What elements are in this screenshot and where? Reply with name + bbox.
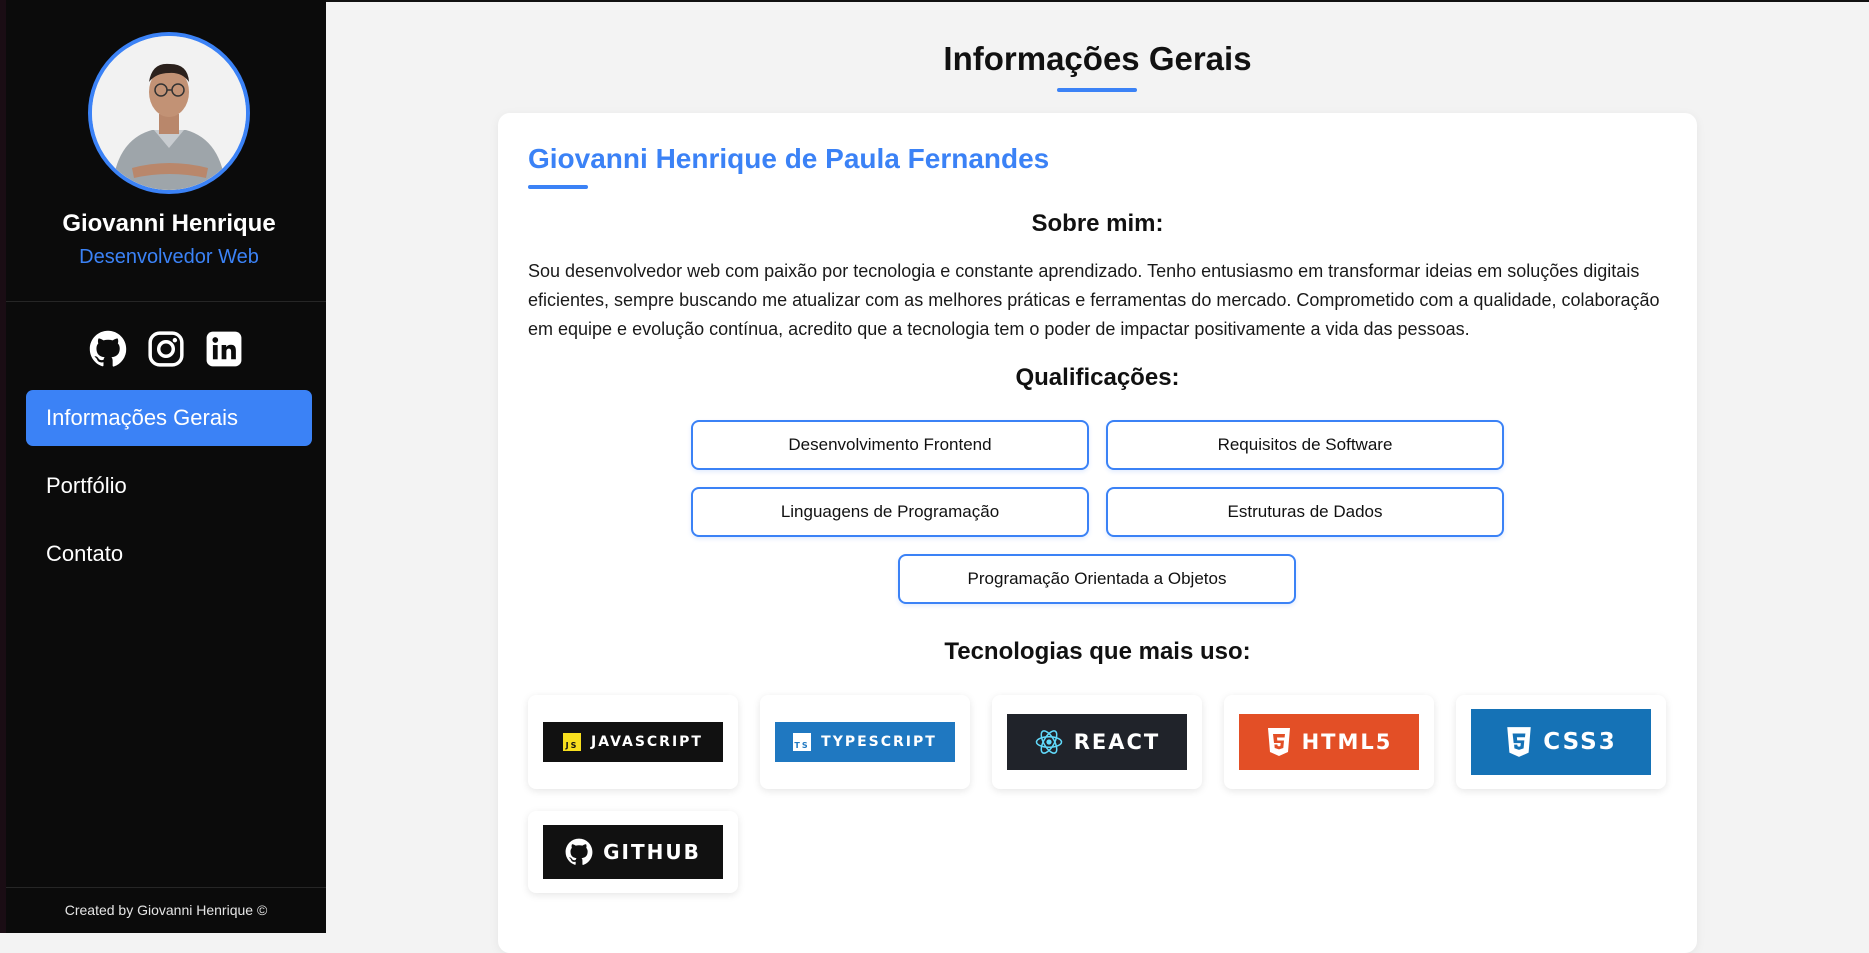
qualification-item: Linguagens de Programação xyxy=(691,487,1089,537)
react-label: REACT xyxy=(1073,730,1161,754)
github-icon xyxy=(89,330,127,367)
tech-card-javascript: JS JAVASCRIPT xyxy=(528,695,738,789)
profile-role: Desenvolvedor Web xyxy=(79,246,259,268)
nav-item-portfolio[interactable]: Portfólio xyxy=(26,458,312,514)
react-badge: REACT xyxy=(1007,714,1187,770)
tech-card-html5: HTML5 xyxy=(1224,695,1434,789)
html5-icon xyxy=(1267,728,1290,756)
linkedin-icon xyxy=(206,331,242,367)
tech-card-css3: CSS3 xyxy=(1456,695,1666,789)
sidebar-nav: Informações Gerais Portfólio Contato xyxy=(26,390,312,594)
sidebar-divider xyxy=(6,301,326,302)
javascript-label: JAVASCRIPT xyxy=(591,734,703,750)
tech-card-github: GITHUB xyxy=(528,811,738,893)
instagram-link[interactable] xyxy=(147,330,185,368)
page-title: Informações Gerais xyxy=(943,40,1252,77)
tech-card-typescript: TS TYPESCRIPT xyxy=(760,695,970,789)
tech-card-react: REACT xyxy=(992,695,1202,789)
about-text: Sou desenvolvedor web com paixão por tec… xyxy=(528,261,1660,339)
full-name: Giovanni Henrique de Paula Fernandes xyxy=(528,143,1050,174)
qualification-item: Estruturas de Dados xyxy=(1106,487,1504,537)
qualifications-heading: Qualificações: xyxy=(1015,364,1180,391)
css3-badge: CSS3 xyxy=(1471,709,1651,775)
social-links xyxy=(6,330,326,368)
qualification-item: Programação Orientada a Objetos xyxy=(898,554,1296,604)
github-label: GITHUB xyxy=(603,840,701,864)
profile-photo xyxy=(92,36,246,190)
technologies-heading: Tecnologias que mais uso: xyxy=(944,638,1251,665)
github-link[interactable] xyxy=(89,330,127,368)
ts-icon: TS xyxy=(793,733,812,751)
qualification-item: Desenvolvimento Frontend xyxy=(691,420,1089,470)
footer-divider xyxy=(6,887,326,888)
typescript-badge: TS TYPESCRIPT xyxy=(775,722,955,762)
nav-item-contato[interactable]: Contato xyxy=(26,526,312,582)
svg-text:TS: TS xyxy=(795,741,810,750)
js-icon: JS xyxy=(563,733,581,751)
top-border xyxy=(326,0,1869,2)
sidebar: Giovanni Henrique Desenvolvedor Web Info… xyxy=(0,0,326,933)
html5-badge: HTML5 xyxy=(1239,714,1419,770)
instagram-icon xyxy=(148,331,184,367)
sidebar-footer: Created by Giovanni Henrique © xyxy=(64,902,268,918)
qualification-item: Requisitos de Software xyxy=(1106,420,1504,470)
about-heading: Sobre mim: xyxy=(1031,210,1164,237)
title-underline xyxy=(1057,88,1137,92)
github-icon xyxy=(565,838,593,865)
svg-text:JS: JS xyxy=(565,741,579,750)
nav-item-informacoes-gerais[interactable]: Informações Gerais xyxy=(26,390,312,446)
css3-icon xyxy=(1507,727,1532,757)
css3-label: CSS3 xyxy=(1543,729,1617,755)
github-badge: GITHUB xyxy=(543,825,723,879)
name-underline xyxy=(528,185,588,189)
javascript-badge: JS JAVASCRIPT xyxy=(543,722,723,762)
profile-name: Giovanni Henrique xyxy=(62,210,276,237)
avatar xyxy=(88,32,250,194)
react-icon xyxy=(1035,730,1062,754)
typescript-label: TYPESCRIPT xyxy=(821,734,937,750)
info-card: Giovanni Henrique de Paula Fernandes Sob… xyxy=(498,113,1697,953)
linkedin-link[interactable] xyxy=(205,330,243,368)
html5-label: HTML5 xyxy=(1301,730,1393,754)
